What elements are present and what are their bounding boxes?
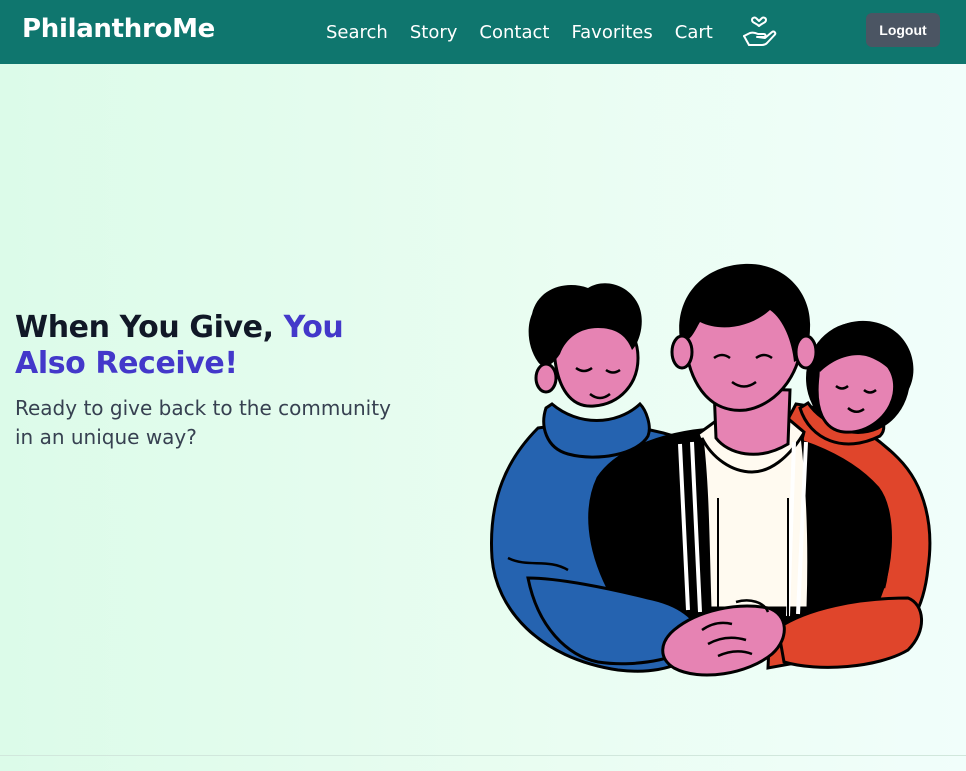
hero-section: When You Give, You Also Receive! Ready t… bbox=[15, 310, 415, 452]
nav-link-favorites[interactable]: Favorites bbox=[571, 22, 652, 43]
nav-link-story[interactable]: Story bbox=[410, 22, 458, 43]
brand-logo[interactable]: PhilanthroMe bbox=[22, 14, 215, 44]
nav-link-contact[interactable]: Contact bbox=[479, 22, 549, 43]
hand-heart-icon[interactable] bbox=[739, 12, 779, 52]
top-navbar: PhilanthroMe Search Story Contact Favori… bbox=[0, 0, 966, 64]
section-divider bbox=[0, 755, 966, 756]
hero-title-main: When You Give, bbox=[15, 310, 284, 345]
logout-button[interactable]: Logout bbox=[866, 13, 940, 47]
nav-link-cart[interactable]: Cart bbox=[675, 22, 713, 43]
main-nav: Search Story Contact Favorites Cart bbox=[326, 0, 779, 64]
nav-link-search[interactable]: Search bbox=[326, 22, 388, 43]
hero-illustration bbox=[489, 263, 932, 677]
hero-title: When You Give, You Also Receive! bbox=[15, 310, 415, 382]
hero-subtitle: Ready to give back to the community in a… bbox=[15, 396, 391, 449]
